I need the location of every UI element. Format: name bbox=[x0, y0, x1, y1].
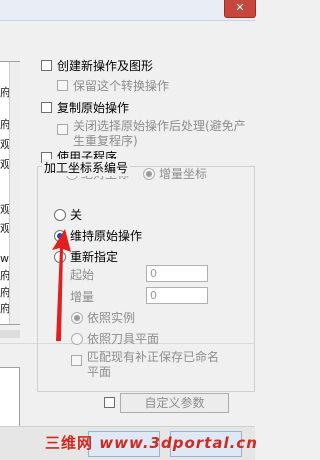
custom-params-button[interactable]: 自定义参数 bbox=[120, 393, 229, 413]
match-comp-checkbox[interactable] bbox=[71, 355, 82, 366]
keep-convert-label: 保留这个转换操作 bbox=[73, 79, 170, 93]
custom-params-checkbox[interactable] bbox=[104, 397, 115, 408]
close-post-label: 关闭选择原始操作后处理(避免产生重复程序) bbox=[73, 119, 246, 148]
per-tool-plane-label: 依照刀具平面 bbox=[87, 332, 160, 346]
close-post-checkbox[interactable] bbox=[57, 124, 68, 135]
left-scrollbar[interactable] bbox=[9, 62, 20, 324]
create-new-checkbox[interactable] bbox=[41, 60, 52, 71]
watermark: 三维网 www.3dportal.cn bbox=[45, 432, 258, 459]
create-new-label: 创建新操作及图形 bbox=[57, 59, 154, 73]
keep-original-label: 维持原始操作 bbox=[70, 229, 143, 243]
increment-field[interactable]: 0 bbox=[146, 287, 208, 304]
keep-convert-checkbox[interactable] bbox=[57, 80, 68, 91]
copy-original-label: 复制原始操作 bbox=[57, 101, 130, 115]
watermark-url: www.3dportal.cn bbox=[99, 434, 258, 452]
per-instance-label: 依照实例 bbox=[87, 311, 136, 325]
reassign-radio[interactable] bbox=[54, 251, 66, 263]
watermark-cn: 三维网 bbox=[45, 434, 94, 452]
match-comp-label: 匹配现有补正保存已命名平面 bbox=[87, 350, 220, 379]
horizontal-scrollbar[interactable] bbox=[0, 330, 20, 338]
title-bar bbox=[0, 0, 255, 21]
per-tool-plane-radio[interactable] bbox=[71, 333, 83, 345]
close-button[interactable]: ✕ bbox=[224, 0, 256, 18]
off-radio[interactable] bbox=[54, 209, 66, 221]
copy-original-checkbox[interactable] bbox=[41, 102, 52, 113]
keep-original-radio[interactable] bbox=[54, 230, 66, 242]
reassign-label: 重新指定 bbox=[70, 250, 119, 264]
off-label: 关 bbox=[70, 208, 83, 222]
lower-list-panel[interactable] bbox=[0, 367, 20, 428]
left-list-panel[interactable]: 府 府 观 观 观 观 w 府 府 府 bbox=[0, 61, 20, 325]
group-title: 加工坐标系编号 bbox=[42, 159, 131, 176]
per-instance-radio[interactable] bbox=[71, 312, 83, 324]
start-field[interactable]: 0 bbox=[146, 265, 208, 282]
close-icon: ✕ bbox=[235, 1, 245, 14]
left-list-char: w bbox=[0, 252, 9, 265]
increment-label: 增量 bbox=[70, 290, 95, 304]
start-label: 起始 bbox=[70, 268, 95, 282]
